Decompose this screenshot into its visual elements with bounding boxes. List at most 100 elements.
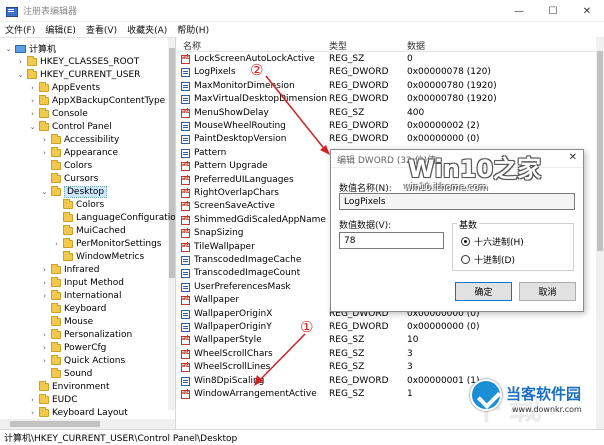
registry-value-row[interactable]: LockScreenAutoLockActiveREG_SZ0 [177,53,597,66]
expand-chevron-icon[interactable]: › [16,58,25,66]
expand-chevron-icon[interactable]: › [28,409,37,417]
tree-item[interactable]: Environment [28,380,109,393]
radio-hexadecimal[interactable]: 十六进制(H) [461,235,524,248]
tree-item[interactable]: › Infrared [40,263,100,276]
expand-chevron-icon[interactable]: › [28,84,37,92]
tree-vertical-scroll-thumb[interactable] [169,48,175,278]
radio-dec-dot[interactable] [461,255,470,264]
registry-value-row[interactable]: MaxVirtualDesktopDimension REG_DWORD 0x000… [177,93,597,106]
tree-item[interactable]: › Keyboard Layout [28,406,128,419]
regedit-icon [6,5,18,17]
tree-item-label: International [64,290,122,301]
folder-icon [51,328,61,339]
list-header: 名称 类型 数据 [177,37,604,52]
expand-chevron-icon[interactable]: › [40,136,49,144]
tree-item[interactable]: › EUDC [28,393,78,406]
tree-item-label: Keyboard [64,303,107,314]
menu-help[interactable]: 帮助(H) [172,23,214,36]
binary-value-icon [181,269,190,279]
collapse-chevron-icon[interactable]: ⌄ [4,45,13,53]
menu-view[interactable]: 查看(V) [81,23,122,36]
tree-horizontal-scrollbar[interactable] [0,419,175,429]
collapse-chevron-icon[interactable]: ⌄ [16,71,25,79]
registry-value-row[interactable]: WheelScrollChars REG_SZ 3 [177,348,597,361]
expand-chevron-icon[interactable]: › [40,344,49,352]
site-watermark: 当客软件园 www.downkr.com [466,375,602,431]
tree-item[interactable]: › Accessibility [40,133,119,146]
list-vertical-scroll-thumb[interactable] [597,51,603,251]
registry-tree[interactable]: ⌄ 计算机 › HKEY_CLASSES_ROOT ⌄ HKEY_CURRENT_USER… [0,37,176,429]
tree-item[interactable]: › International [40,289,121,302]
status-path: 计算机\HKEY_CURRENT_USER\Control Panel\Desk… [4,434,238,444]
menu-bar: 文件(F) 编辑(E) 查看(V) 收藏夹(A) 帮助(H) [0,22,604,37]
value-type: REG_DWORD [329,375,389,386]
tree-item[interactable]: › HKEY_CLASSES_ROOT [16,55,139,68]
tree-item[interactable]: WindowMetrics [52,250,144,263]
column-header-name[interactable]: 名称 [183,39,201,52]
tree-item[interactable]: MuiCached [52,224,126,237]
collapse-chevron-icon[interactable]: ⌄ [28,123,37,131]
tree-item[interactable]: Colors [52,198,104,211]
menu-file[interactable]: 文件(F) [0,23,40,36]
ok-button[interactable]: 确定 [455,282,512,301]
value-type: REG_SZ [329,389,365,399]
column-header-data[interactable]: 数据 [407,39,425,52]
tree-horizontal-scroll-thumb[interactable] [10,421,100,427]
tree-item[interactable]: ⌄ 计算机 [4,42,56,55]
registry-value-row[interactable]: WallpaperOriginY REG_DWORD 0x00000000 (0) [177,321,597,334]
tree-item[interactable]: Cursors [40,172,98,185]
tree-item[interactable]: Colors [40,159,92,172]
registry-value-row[interactable]: WheelScrollLines REG_SZ 3 [177,361,597,374]
tree-item[interactable]: › AppEvents [28,81,100,94]
expand-chevron-icon[interactable]: › [40,292,49,300]
binary-value-icon [181,95,190,105]
tree-item[interactable]: Keyboard [40,302,106,315]
registry-value-row[interactable]: LogPixels REG_DWORD 0x00000078 (120) [177,66,597,79]
value-type: REG_SZ [329,107,365,118]
value-type: REG_DWORD [329,67,389,78]
tree-item[interactable]: Mouse [40,315,93,328]
expand-chevron-icon[interactable]: › [28,396,37,404]
registry-value-row[interactable]: MenuShowDelay REG_SZ 400 [177,107,597,120]
expand-chevron-icon[interactable]: › [40,357,49,365]
tree-item[interactable]: › PowerCfg [40,341,106,354]
tree-item[interactable]: › AppXBackupContentType [28,94,165,107]
menu-edit[interactable]: 编辑(E) [40,23,81,36]
value-data-field[interactable]: 78 [339,232,444,249]
list-vertical-scrollbar[interactable] [596,37,604,429]
tree-item[interactable]: ⌄ Desktop [40,185,108,198]
registry-value-row[interactable]: MaxMonitorDimension REG_DWORD 0x00000780 (… [177,80,597,93]
tree-item[interactable]: ⌄ Control Panel [28,120,112,133]
tree-item[interactable]: › Quick Actions [40,354,125,367]
tree-vertical-scrollbar[interactable] [168,38,175,410]
expand-chevron-icon[interactable]: › [28,110,37,118]
menu-favorites[interactable]: 收藏夹(A) [122,23,172,36]
expand-chevron-icon[interactable]: › [40,149,49,157]
collapse-chevron-icon[interactable]: ⌄ [40,188,49,196]
minimize-button[interactable]: — [502,0,536,22]
tree-item[interactable]: › Console [28,107,88,120]
maximize-button[interactable]: ☐ [536,0,570,22]
expand-chevron-icon[interactable]: › [40,266,49,274]
tree-item[interactable]: Sound [40,367,92,380]
value-name: WallpaperOriginY [194,322,272,332]
expand-chevron-icon[interactable]: › [52,240,61,248]
tree-item[interactable]: › PerMonitorSettings [52,237,161,250]
radio-decimal[interactable]: 十进制(D) [461,253,515,266]
close-button[interactable]: ✕ [570,0,604,22]
tree-item[interactable]: › Input Method [40,276,124,289]
expand-chevron-icon[interactable]: › [40,331,49,339]
tree-item[interactable]: › Appearance [40,146,118,159]
registry-value-row[interactable]: MouseWheelRouting REG_DWORD 0x00000002 (2) [177,120,597,133]
registry-value-row[interactable]: PaintDesktopVersion REG_DWORD 0x00000000 (… [177,133,597,146]
tree-item[interactable]: LanguageConfiguratio [52,211,175,224]
expand-chevron-icon[interactable]: › [40,279,49,287]
tree-item[interactable]: ⌄ HKEY_CURRENT_USER [16,68,140,81]
column-header-type[interactable]: 类型 [329,39,347,52]
registry-value-row[interactable]: WallpaperStyle REG_SZ 10 [177,334,597,347]
expand-chevron-icon[interactable]: › [28,97,37,105]
radio-hex-dot[interactable] [461,237,470,246]
cancel-button[interactable]: 取消 [519,282,576,301]
tree-item[interactable]: › Personalization [40,328,132,341]
tree-item-label: WindowMetrics [76,251,145,262]
